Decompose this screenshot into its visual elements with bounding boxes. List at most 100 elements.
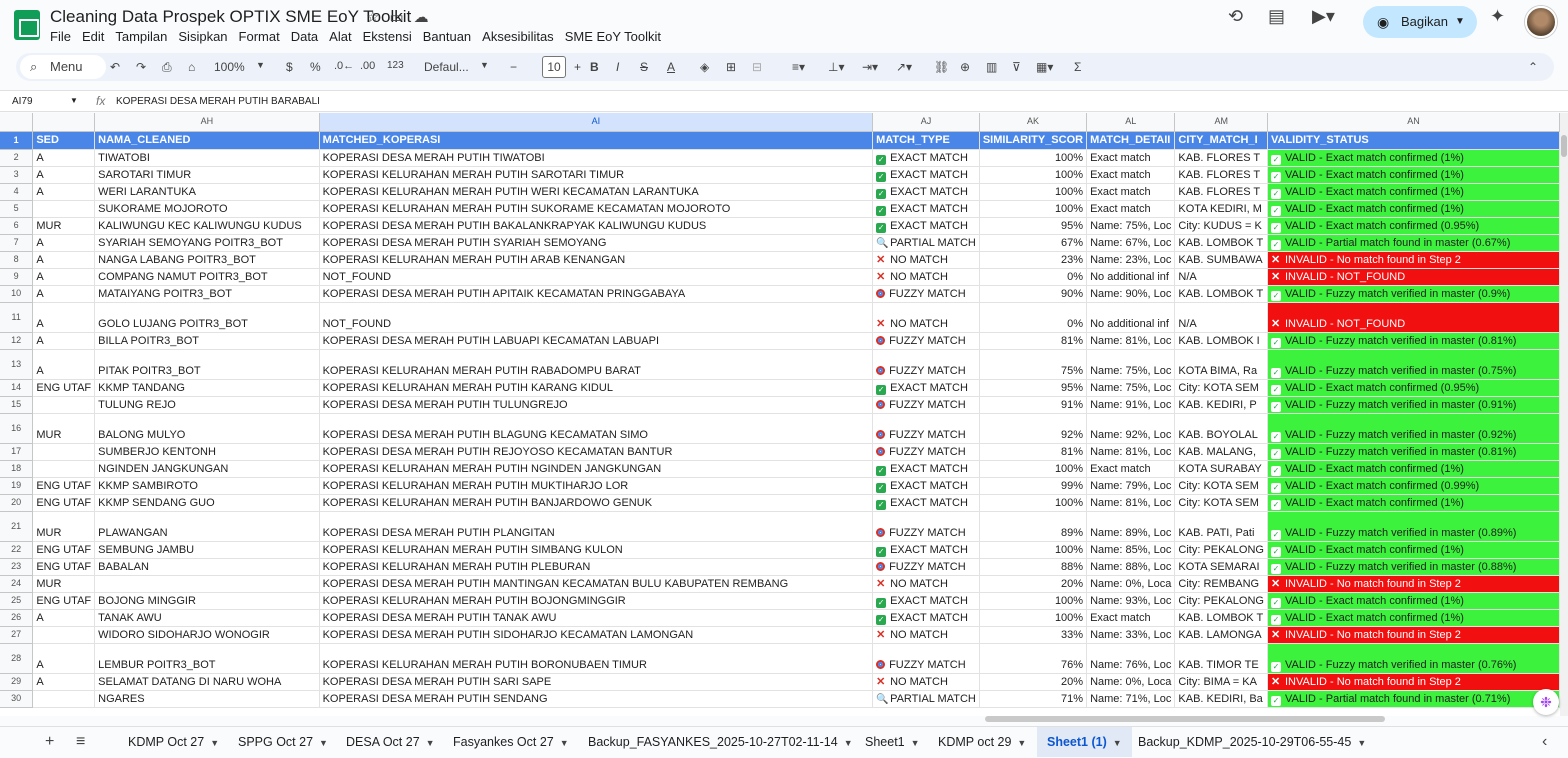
cell-matched-koperasi[interactable]: KOPERASI KELURAHAN MERAH PUTIH BORONUBAE… bbox=[319, 643, 874, 674]
row-number[interactable]: 11 bbox=[0, 302, 34, 333]
share-dropdown-icon[interactable]: ▼ bbox=[1455, 6, 1465, 38]
cell-match-type[interactable]: ✓ EXACT MATCH bbox=[872, 592, 980, 610]
gemini-icon[interactable]: ✦ bbox=[1490, 6, 1505, 27]
cell-city-match[interactable]: N/A bbox=[1174, 302, 1268, 333]
cell-matched-koperasi[interactable]: KOPERASI DESA MERAH PUTIH REJOYOSO KECAM… bbox=[319, 443, 874, 461]
italic-icon[interactable]: I bbox=[616, 60, 619, 74]
cell-validity-status[interactable]: ✓ VALID - Fuzzy match verified in master … bbox=[1267, 643, 1560, 674]
cell-match-type[interactable]: ✕ NO MATCH bbox=[872, 626, 980, 644]
insert-chart-icon[interactable]: ▥ bbox=[986, 60, 997, 74]
cell-match-detail[interactable]: Name: 71%, Loc bbox=[1086, 690, 1176, 708]
decrease-font-icon[interactable]: − bbox=[510, 60, 517, 74]
row-number[interactable]: 23 bbox=[0, 558, 34, 576]
cell-nama-cleaned[interactable]: PITAK POITR3_BOT bbox=[94, 349, 320, 380]
cell-match-detail[interactable]: Name: 92%, Loc bbox=[1086, 413, 1176, 444]
cell-match-detail[interactable]: Name: 79%, Loc bbox=[1086, 477, 1176, 495]
increase-font-icon[interactable]: + bbox=[574, 60, 581, 74]
cell-match-type[interactable]: ✓ EXACT MATCH bbox=[872, 460, 980, 478]
cell-similarity-score[interactable]: 100% bbox=[979, 609, 1088, 627]
cell-city-match[interactable]: KOTA SEMARAI bbox=[1174, 558, 1268, 576]
cell-nama-cleaned[interactable]: BALONG MULYO bbox=[94, 413, 320, 444]
cell-city-match[interactable]: KAB. LOMBOK I bbox=[1174, 332, 1268, 350]
avatar[interactable] bbox=[1525, 6, 1557, 38]
row-number[interactable]: 30 bbox=[0, 690, 34, 708]
cell-nama-cleaned[interactable]: NGINDEN JANGKUNGAN bbox=[94, 460, 320, 478]
cell-nama-cleaned[interactable]: SUMBERJO KENTONH bbox=[94, 443, 320, 461]
cloud-status-icon[interactable]: ☁ bbox=[414, 9, 439, 26]
sheets-logo-icon[interactable] bbox=[14, 10, 40, 40]
cell-validity-status[interactable]: ✓ VALID - Fuzzy match verified in master … bbox=[1267, 285, 1560, 303]
meet-icon[interactable]: ▶▾ bbox=[1312, 6, 1335, 27]
cell-nama-cleaned[interactable]: NANGA LABANG POITR3_BOT bbox=[94, 251, 320, 269]
sheet-tab[interactable]: KDMP Oct 27 ▼ bbox=[118, 727, 229, 757]
cell-match-type[interactable]: ✕ NO MATCH bbox=[872, 268, 980, 286]
name-box-dropdown-icon[interactable]: ▼ bbox=[70, 96, 78, 105]
explore-icon[interactable]: ❉ bbox=[1533, 689, 1559, 715]
cell-nama-cleaned[interactable]: COMPANG NAMUT POITR3_BOT bbox=[94, 268, 320, 286]
cell-similarity-score[interactable]: 100% bbox=[979, 200, 1088, 218]
cell-matched-koperasi[interactable]: KOPERASI DESA MERAH PUTIH APITAIK KECAMA… bbox=[319, 285, 874, 303]
cell-region[interactable]: MUR bbox=[32, 511, 96, 542]
cell-similarity-score[interactable]: 100% bbox=[979, 460, 1088, 478]
bold-icon[interactable]: B bbox=[590, 60, 599, 74]
column-header[interactable] bbox=[32, 113, 96, 132]
cell-similarity-score[interactable]: 99% bbox=[979, 477, 1088, 495]
cell-validity-status[interactable]: ✓ VALID - Fuzzy match verified in master … bbox=[1267, 558, 1560, 576]
cell-region[interactable]: A bbox=[32, 285, 96, 303]
cell-match-detail[interactable]: Name: 0%, Loca bbox=[1086, 673, 1176, 691]
cell-match-detail[interactable]: No additional inf bbox=[1086, 302, 1176, 333]
cell-match-detail[interactable]: Name: 0%, Loca bbox=[1086, 575, 1176, 593]
header-cell[interactable]: CITY_MATCH_I bbox=[1174, 131, 1268, 150]
cell-validity-status[interactable]: ✓ VALID - Fuzzy match verified in master … bbox=[1267, 396, 1560, 414]
cell-match-type[interactable]: ✓ EXACT MATCH bbox=[872, 609, 980, 627]
cell-nama-cleaned[interactable]: TULUNG REJO bbox=[94, 396, 320, 414]
cell-city-match[interactable]: KAB. FLORES T bbox=[1174, 149, 1268, 167]
cell-match-type[interactable]: ✓ EXACT MATCH bbox=[872, 494, 980, 512]
cell-nama-cleaned[interactable]: KKMP SENDANG GUO bbox=[94, 494, 320, 512]
cell-match-detail[interactable]: Name: 76%, Loc bbox=[1086, 643, 1176, 674]
redo-icon[interactable]: ↷ bbox=[136, 60, 146, 74]
cell-similarity-score[interactable]: 67% bbox=[979, 234, 1088, 252]
sheet-tab-menu-icon[interactable]: ▼ bbox=[319, 738, 328, 748]
cell-validity-status[interactable]: ✓ VALID - Exact match confirmed (1%) bbox=[1267, 494, 1560, 512]
functions-icon[interactable]: Σ bbox=[1074, 60, 1081, 74]
filter-views-icon[interactable]: ▦▾ bbox=[1036, 60, 1053, 74]
cell-region[interactable]: A bbox=[32, 268, 96, 286]
cell-region[interactable]: MUR bbox=[32, 413, 96, 444]
cell-match-detail[interactable]: Exact match bbox=[1086, 200, 1176, 218]
cell-nama-cleaned[interactable]: PLAWANGAN bbox=[94, 511, 320, 542]
comment-icon[interactable]: ▤ bbox=[1268, 6, 1285, 27]
cell-city-match[interactable]: KAB. FLORES T bbox=[1174, 183, 1268, 201]
document-title[interactable]: Cleaning Data Prospek OPTIX SME EoY Tool… bbox=[50, 7, 411, 27]
history-icon[interactable]: ⟲ bbox=[1228, 6, 1243, 27]
cell-match-detail[interactable]: Name: 75%, Loc bbox=[1086, 379, 1176, 397]
cell-similarity-score[interactable]: 81% bbox=[979, 332, 1088, 350]
cell-matched-koperasi[interactable]: KOPERASI KELURAHAN MERAH PUTIH NGINDEN J… bbox=[319, 460, 874, 478]
cell-validity-status[interactable]: ✓ VALID - Exact match confirmed (1%) bbox=[1267, 609, 1560, 627]
row-number[interactable]: 10 bbox=[0, 285, 34, 303]
cell-matched-koperasi[interactable]: KOPERASI KELURAHAN MERAH PUTIH SIMBANG K… bbox=[319, 541, 874, 559]
percent-format-button[interactable]: % bbox=[310, 60, 321, 74]
cell-matched-koperasi[interactable]: KOPERASI KELURAHAN MERAH PUTIH MUKTIHARJ… bbox=[319, 477, 874, 495]
cell-region[interactable]: A bbox=[32, 609, 96, 627]
sheet-tab-menu-icon[interactable]: ▼ bbox=[1357, 738, 1366, 748]
cell-similarity-score[interactable]: 20% bbox=[979, 575, 1088, 593]
cell-city-match[interactable]: City: KUDUS = K bbox=[1174, 217, 1268, 235]
cell-similarity-score[interactable]: 91% bbox=[979, 396, 1088, 414]
cell-city-match[interactable]: KAB. TIMOR TE bbox=[1174, 643, 1268, 674]
cell-validity-status[interactable]: ✓ VALID - Fuzzy match verified in master … bbox=[1267, 413, 1560, 444]
row-number[interactable]: 21 bbox=[0, 511, 34, 542]
row-number[interactable]: 4 bbox=[0, 183, 34, 201]
header-cell[interactable]: MATCH_DETAII bbox=[1086, 131, 1176, 150]
cell-validity-status[interactable]: ✓ VALID - Exact match confirmed (1%) bbox=[1267, 541, 1560, 559]
text-wrap-icon[interactable]: ⇥▾ bbox=[862, 60, 878, 74]
share-button[interactable]: ◉ Bagikan ▼ bbox=[1363, 6, 1477, 38]
cell-nama-cleaned[interactable]: KKMP TANDANG bbox=[94, 379, 320, 397]
cell-nama-cleaned[interactable]: WIDORO SIDOHARJO WONOGIR bbox=[94, 626, 320, 644]
cell-similarity-score[interactable]: 0% bbox=[979, 268, 1088, 286]
cell-city-match[interactable]: KAB. LOMBOK T bbox=[1174, 234, 1268, 252]
collapse-toolbar-icon[interactable]: ⌃ bbox=[1528, 60, 1538, 74]
cell-nama-cleaned[interactable]: MATAIYANG POITR3_BOT bbox=[94, 285, 320, 303]
cell-validity-status[interactable]: ✓ VALID - Fuzzy match verified in master … bbox=[1267, 349, 1560, 380]
cell-match-detail[interactable]: Name: 81%, Loc bbox=[1086, 443, 1176, 461]
